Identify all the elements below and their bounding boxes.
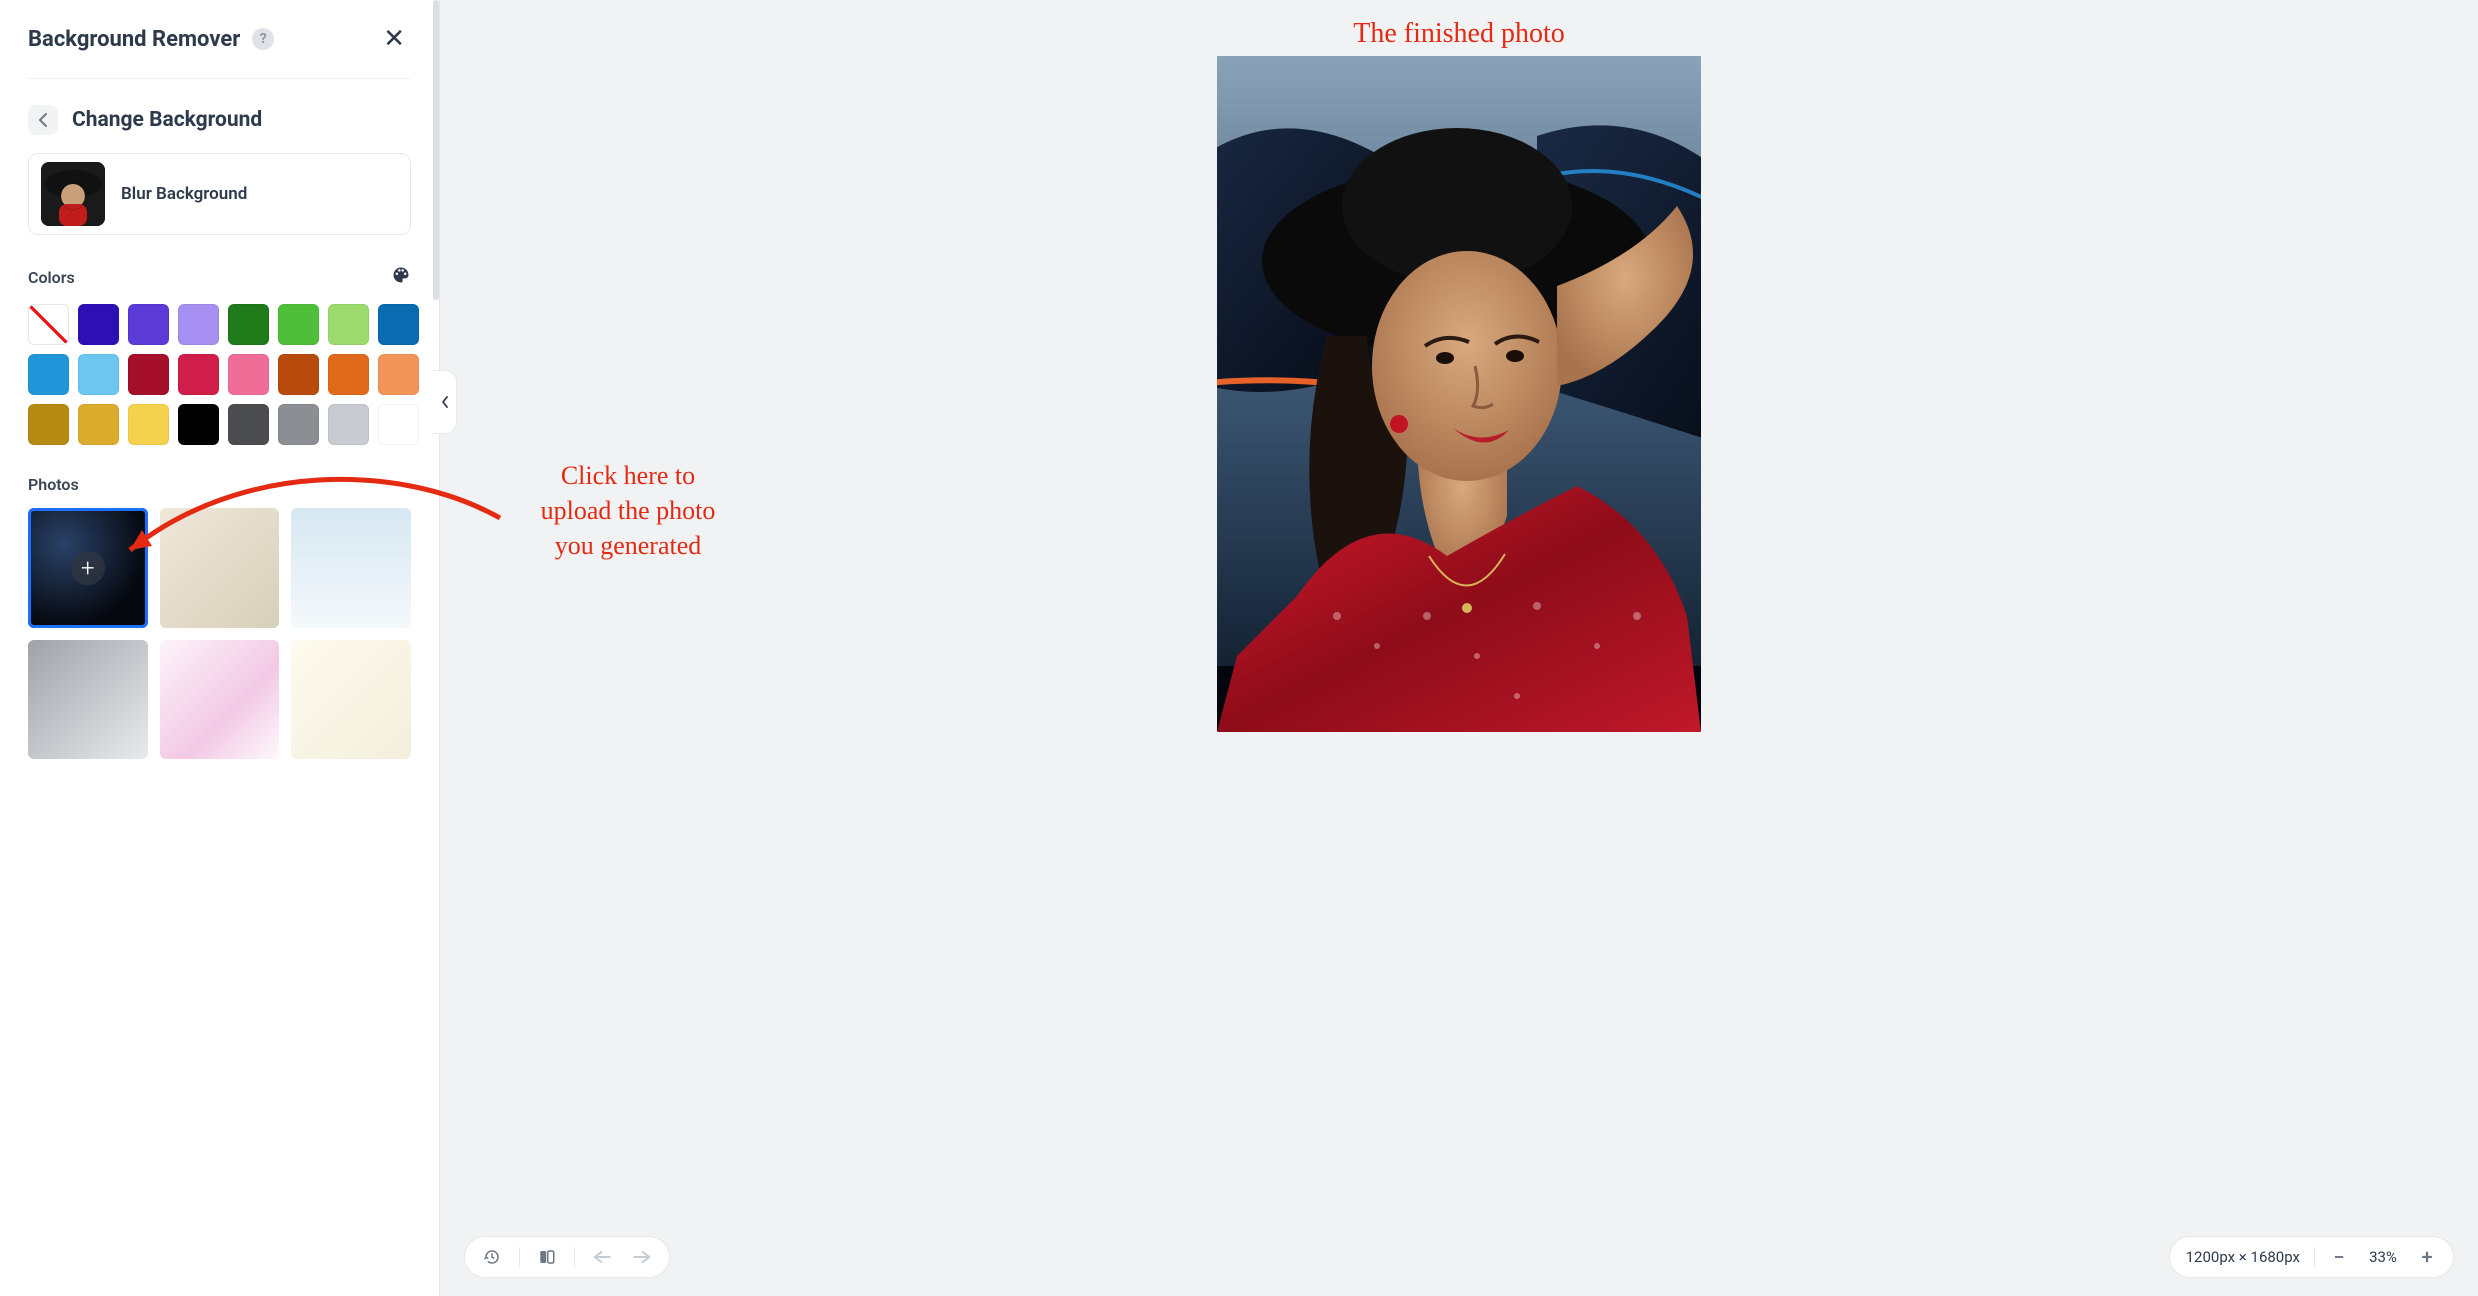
color-swatch-crimson[interactable] [178,354,219,395]
blur-background-card[interactable]: Blur Background [28,153,411,235]
annotation-hero: The finished photo [1353,18,1565,50]
panel-title: Background Remover [28,27,240,52]
color-swatch-gold[interactable] [78,404,119,445]
back-button[interactable] [28,105,58,135]
color-swatch-maroon[interactable] [128,354,169,395]
color-swatch-black[interactable] [178,404,219,445]
change-background-section: Change Background Blur Background Colors [28,105,411,759]
color-swatch-sky-blue[interactable] [28,354,69,395]
scrollbar[interactable] [433,0,439,300]
color-swatch-forest-green[interactable] [228,304,269,345]
photo-tile-pink-gradient[interactable] [160,640,280,760]
upload-plus-icon: + [71,551,105,585]
annotation-callout: Click here to upload the photo you gener… [498,458,758,563]
color-swatch-pink[interactable] [228,354,269,395]
canvas-area[interactable]: The finished photo [440,0,2478,1296]
color-swatch-indigo[interactable] [78,304,119,345]
annotation-line: Click here to [498,458,758,493]
undo-button[interactable] [593,1249,613,1265]
canvas-dimensions: 1200px × 1680px [2186,1248,2300,1266]
chevron-left-icon [38,113,48,127]
photo-tile-uploaded-scifi-car[interactable]: + [28,508,148,628]
color-swatch-green[interactable] [278,304,319,345]
color-swatch-orange[interactable] [328,354,369,395]
sidebar-panel: Background Remover ? ✕ Change Background [0,0,440,1296]
color-swatch-violet[interactable] [128,304,169,345]
annotation-line: you generated [498,528,758,563]
color-swatch-light-green[interactable] [328,304,369,345]
photo-tile-pale-sky-gradient[interactable] [291,508,411,628]
zoom-level[interactable]: 33% [2363,1248,2403,1266]
color-swatch-white[interactable] [378,404,419,445]
color-swatch-none[interactable] [28,304,69,345]
photos-label: Photos [28,475,79,494]
redo-button[interactable] [631,1249,651,1265]
color-swatch-peach[interactable] [378,354,419,395]
photo-tile-gray-gradient[interactable] [28,640,148,760]
color-swatch-gray[interactable] [278,404,319,445]
compare-button[interactable] [538,1248,556,1266]
color-swatch-blue[interactable] [378,304,419,345]
palette-icon[interactable] [391,265,411,290]
history-toolbar [464,1236,670,1278]
photo-tile-cream-gradient[interactable] [291,640,411,760]
annotation-line: upload the photo [498,493,758,528]
photo-tile-beige-paper[interactable] [160,508,280,628]
color-swatch-yellow[interactable] [128,404,169,445]
canvas-image[interactable] [1217,56,1701,732]
color-swatch-olive-gold[interactable] [28,404,69,445]
color-swatch-light-gray[interactable] [328,404,369,445]
close-icon[interactable]: ✕ [377,22,411,56]
panel-header: Background Remover ? ✕ [28,22,411,79]
color-swatch-light-blue[interactable] [78,354,119,395]
colors-label: Colors [28,268,75,287]
color-swatch-dark-gray[interactable] [228,404,269,445]
section-title: Change Background [72,108,262,132]
blur-thumbnail [41,162,105,226]
zoom-control: 1200px × 1680px − 33% + [2169,1236,2454,1278]
color-swatch-rust[interactable] [278,354,319,395]
color-swatch-lavender[interactable] [178,304,219,345]
blur-label: Blur Background [121,184,247,204]
zoom-out-button[interactable]: − [2329,1245,2349,1269]
help-icon[interactable]: ? [252,28,274,50]
history-button[interactable] [483,1248,501,1266]
photos-grid: + [28,508,411,759]
zoom-in-button[interactable]: + [2417,1245,2437,1269]
color-swatch-grid [28,304,411,445]
